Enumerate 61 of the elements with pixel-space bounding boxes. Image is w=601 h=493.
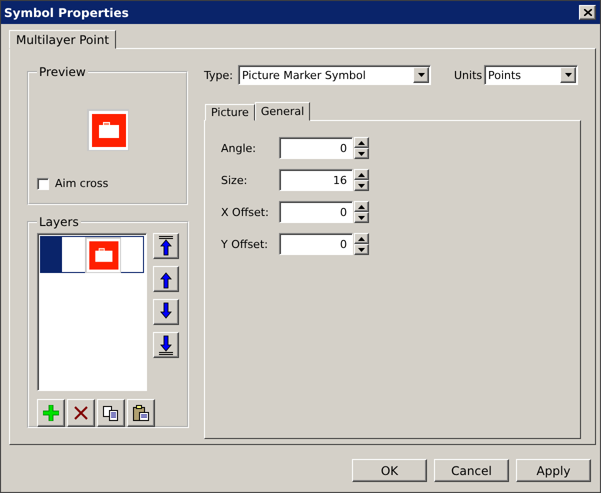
caret-up-icon [358,140,365,144]
dialog-button[interactable]: Cancel [434,459,509,482]
add-layer-button[interactable] [37,399,65,427]
move-down-button[interactable] [153,299,179,325]
marker-preview-icon [86,109,128,151]
caret-icon [564,73,572,77]
window-title: Symbol Properties [4,6,129,20]
spin-down-button[interactable] [354,180,369,191]
dropdown-button[interactable] [413,67,429,83]
dialog-button[interactable]: OK [352,459,427,482]
copy-icon [103,406,119,420]
layer-item[interactable] [40,236,144,273]
caret-icon [418,73,424,77]
caret-up-icon [358,172,365,176]
paste-button[interactable] [127,399,155,427]
dropdown-button[interactable] [560,67,576,83]
cross-icon [74,406,88,420]
caret-down-icon [358,216,365,220]
group-title: Preview [38,65,87,79]
spin-down-button[interactable] [354,244,369,255]
field-label: Y Offset: [221,238,269,250]
number-field[interactable]: 16 [279,169,353,191]
arrow-up-bar-icon [159,236,173,256]
number-field[interactable]: 0 [279,233,353,255]
caret-down-icon [358,248,365,252]
plus-icon [43,405,59,421]
caret-down-icon [358,152,365,156]
tab[interactable]: Multilayer Point [9,30,116,49]
units-label: Units [454,68,484,82]
spin-up-button[interactable] [354,169,369,180]
arrow-down-bar-icon [159,335,173,355]
copy-button[interactable] [97,399,125,427]
delete-layer-button[interactable] [67,399,95,427]
move-up-button[interactable] [153,266,179,292]
number-field[interactable]: 0 [279,137,353,159]
spin-up-button[interactable] [354,201,369,212]
spin-up-button[interactable] [354,137,369,148]
close-button[interactable] [579,5,596,20]
number-field[interactable]: 0 [279,201,353,223]
group-title: Layers [38,215,80,229]
move-to-top-button[interactable] [153,233,179,259]
spin-up-button[interactable] [354,233,369,244]
paste-icon [133,405,149,421]
type-dropdown[interactable]: Picture Marker Symbol [238,65,431,85]
spin-down-button[interactable] [354,148,369,159]
tab[interactable]: General [254,102,310,121]
caret-up-icon [358,204,365,208]
field-label: Size: [221,174,248,186]
close-icon [584,9,592,16]
type-label: Type: [204,68,234,82]
marker-icon [84,237,120,273]
units-dropdown[interactable]: Points [484,65,578,85]
field-label: X Offset: [221,206,270,218]
tab[interactable]: Picture [205,104,255,121]
dialog-button[interactable]: Apply [516,459,591,482]
spin-down-button[interactable] [354,212,369,223]
move-to-bottom-button[interactable] [153,332,179,358]
caret-up-icon [358,236,365,240]
caret-down-icon [358,184,365,188]
field-label: Angle: [221,142,258,154]
aim-cross-checkbox[interactable]: Aim cross [37,177,178,190]
